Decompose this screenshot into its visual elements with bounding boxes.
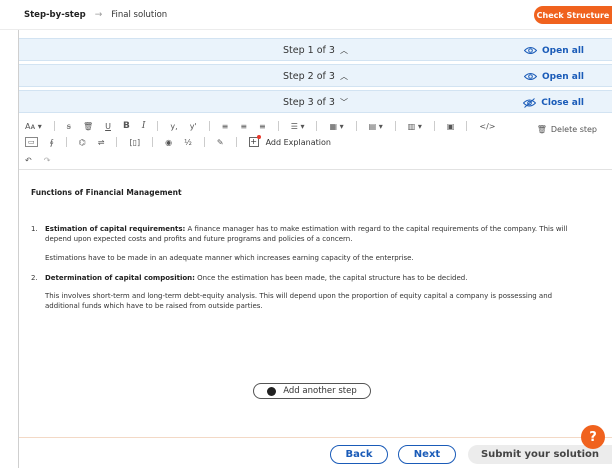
align-left-icon[interactable]: ≡	[222, 122, 229, 131]
grid-dropdown-icon[interactable]: ▤ ▾	[369, 122, 383, 131]
open-all-toggle[interactable]: Open all	[524, 39, 584, 62]
eye-icon	[524, 72, 538, 81]
toolbar-row-3: ↶ ↷	[25, 152, 62, 168]
italic-button[interactable]: I	[142, 121, 146, 131]
trash-icon: 🗑	[536, 125, 547, 134]
layout-dropdown-icon[interactable]: ▥ ▾	[408, 122, 422, 131]
open-all-label: Open all	[542, 45, 584, 56]
toolbar-row-1: Aᴀ ▾ ꞩ 🗑 U B I y, y' ≡ ≡ ≡ ☰ ▾ ▦ ▾ ▤ ▾ ▥…	[25, 118, 508, 134]
chemistry-icon[interactable]: ⌬	[79, 138, 86, 147]
underline-icon[interactable]: U	[105, 122, 111, 131]
chevron-down-icon[interactable]: ﹀	[340, 97, 348, 108]
align-center-icon[interactable]: ≡	[240, 122, 247, 131]
image-icon[interactable]: ▣	[447, 122, 455, 131]
step-1-header[interactable]: Step 1 of 3 ︿ Open all	[19, 38, 612, 61]
editor-content[interactable]: Functions of Financial Management 1. Est…	[19, 170, 612, 380]
check-structure-button[interactable]: Check Structure	[534, 6, 612, 24]
add-step-label: Add another step	[283, 386, 357, 396]
help-button[interactable]: ?	[581, 425, 605, 449]
subscript-button[interactable]: y,	[170, 122, 177, 131]
document-title: Functions of Financial Management	[31, 188, 182, 197]
redo-icon[interactable]: ↷	[44, 156, 51, 165]
add-step-dot-icon	[267, 386, 277, 396]
chevron-up-icon[interactable]: ︿	[340, 45, 348, 56]
delete-step-button[interactable]: 🗑 Delete step	[537, 125, 597, 134]
next-button[interactable]: Next	[398, 445, 456, 464]
item-heading: Estimation of capital requirements:	[45, 225, 186, 233]
add-explanation-label: Add Explanation	[265, 137, 331, 147]
list-number: 2.	[31, 274, 38, 282]
footer-divider	[19, 437, 612, 438]
paragraph: Estimations have to be made in an adequa…	[45, 254, 414, 262]
table-dropdown-icon[interactable]: ▦ ▾	[329, 122, 343, 131]
step-3-header[interactable]: Step 3 of 3 ﹀ Close all	[19, 90, 612, 113]
drawing-icon[interactable]: ✎	[217, 138, 224, 147]
breadcrumb-step-by-step[interactable]: Step-by-step	[24, 10, 86, 20]
list-item: 2. Determination of capital composition:…	[31, 274, 586, 284]
open-all-label: Open all	[542, 71, 584, 82]
editor-toolbar: Aᴀ ▾ ꞩ 🗑 U B I y, y' ≡ ≡ ≡ ☰ ▾ ▦ ▾ ▤ ▾ ▥…	[19, 113, 612, 170]
list-item: 1. Estimation of capital requirements: A…	[31, 225, 586, 244]
clear-format-icon[interactable]: 🗑	[83, 122, 93, 131]
list-dropdown-icon[interactable]: ☰ ▾	[291, 122, 305, 131]
code-button[interactable]: </>	[479, 122, 495, 131]
close-all-label: Close all	[541, 97, 584, 108]
close-all-toggle[interactable]: Close all	[523, 91, 584, 114]
breadcrumb-final-solution[interactable]: Final solution	[111, 10, 167, 20]
delete-step-label: Delete step	[550, 125, 597, 134]
undo-icon[interactable]: ↶	[25, 156, 32, 165]
step-2-header[interactable]: Step 2 of 3 ︿ Open all	[19, 64, 612, 87]
back-button[interactable]: Back	[330, 445, 388, 464]
step-1-title: Step 1 of 3	[283, 45, 335, 56]
bold-button[interactable]: B	[123, 121, 130, 131]
list-number: 1.	[31, 225, 38, 233]
formula-box-icon[interactable]: ▭	[25, 137, 38, 147]
font-size-dropdown[interactable]: Aᴀ ▾	[25, 122, 42, 131]
matrix-icon[interactable]: [▯]	[129, 138, 140, 147]
top-bar: Step-by-step → Final solution Check Stru…	[0, 0, 612, 30]
chevron-up-icon[interactable]: ︿	[340, 71, 348, 82]
step-3-title: Step 3 of 3	[283, 97, 335, 108]
eye-off-icon	[523, 97, 537, 108]
step-2-title: Step 2 of 3	[283, 71, 335, 82]
add-another-step-button[interactable]: Add another step	[253, 383, 371, 399]
reaction-icon[interactable]: ⇌	[98, 138, 105, 147]
paragraph: This involves short-term and long-term d…	[45, 292, 553, 310]
align-right-icon[interactable]: ≡	[259, 122, 266, 131]
eye-icon	[524, 46, 538, 55]
strikethrough-icon[interactable]: ꞩ	[67, 122, 71, 131]
fraction-icon[interactable]: ½	[184, 138, 192, 147]
item-text: Once the estimation has been made, the c…	[194, 274, 468, 282]
add-explanation-button[interactable]: + Add Explanation	[248, 135, 331, 147]
graph-icon[interactable]: ◉	[165, 138, 172, 147]
math-symbol-icon[interactable]: ∮	[50, 138, 54, 147]
open-all-toggle[interactable]: Open all	[524, 65, 584, 88]
item-heading: Determination of capital composition:	[45, 274, 195, 282]
add-explanation-icon: +	[248, 135, 261, 147]
arrow-right-icon: →	[94, 9, 103, 20]
breadcrumb: Step-by-step → Final solution	[24, 10, 167, 20]
toolbar-row-2: ▭ ∮ ⌬ ⇌ [▯] ◉ ½ ✎ + Add Explanation	[25, 134, 331, 150]
superscript-button[interactable]: y'	[190, 122, 197, 131]
